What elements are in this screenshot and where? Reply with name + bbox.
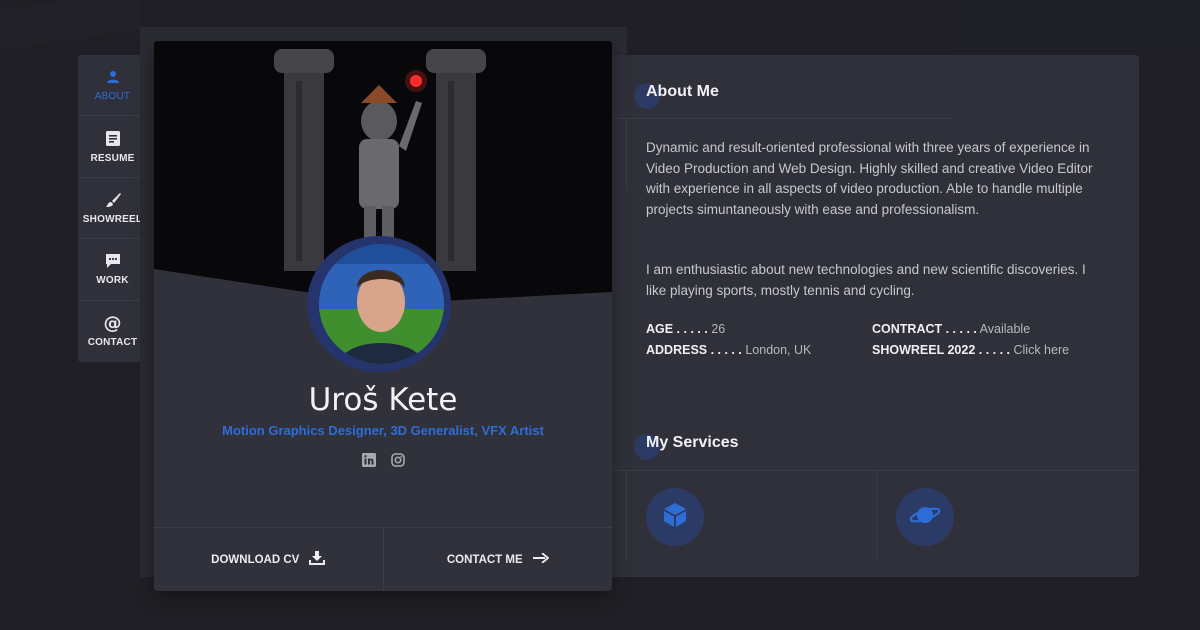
- instagram-icon[interactable]: [390, 452, 405, 467]
- brush-icon: [104, 191, 122, 209]
- nav-label: ABOUT: [94, 91, 131, 103]
- user-icon: [104, 68, 122, 86]
- info-value: Available: [979, 322, 1031, 336]
- about-paragraph-1: Dynamic and result-oriented professional…: [646, 140, 1093, 217]
- divider: [876, 471, 877, 561]
- divider: [612, 118, 952, 119]
- avatar: [307, 236, 451, 372]
- contact-me-button[interactable]: CONTACT ME: [382, 528, 613, 591]
- service-vfx-item[interactable]: [896, 488, 954, 546]
- nav-item-about[interactable]: ABOUT: [78, 55, 147, 117]
- chat-icon: [104, 252, 122, 270]
- info-label: SHOWREEL 2022 . . . . .: [872, 343, 1011, 357]
- background-shape: [950, 0, 1200, 50]
- resume-icon: [104, 130, 122, 148]
- download-cv-button[interactable]: DOWNLOAD CV: [154, 528, 383, 591]
- service-3d-item[interactable]: [646, 488, 704, 546]
- info-label: CONTRACT . . . . .: [872, 322, 977, 336]
- nav-label: RESUME: [90, 152, 135, 164]
- divider: [626, 119, 627, 189]
- side-nav: ABOUT RESUME SHOWREEL WORK @ CONTACT: [78, 55, 147, 362]
- nav-item-showreel[interactable]: SHOWREEL: [78, 178, 147, 240]
- nav-label: CONTACT: [87, 337, 138, 349]
- services-title: My Services: [646, 434, 739, 451]
- at-icon: @: [103, 312, 122, 334]
- nav-item-resume[interactable]: RESUME: [78, 116, 147, 178]
- info-value: London, UK: [745, 343, 812, 357]
- card-actions: DOWNLOAD CV CONTACT ME: [154, 527, 612, 591]
- nav-item-work[interactable]: WORK: [78, 239, 147, 301]
- nav-label: WORK: [96, 275, 129, 287]
- info-label: ADDRESS . . . . .: [646, 343, 742, 357]
- download-cv-label: DOWNLOAD CV: [211, 553, 300, 566]
- download-icon: [309, 551, 326, 568]
- divider: [626, 471, 627, 561]
- nav-item-contact[interactable]: @ CONTACT: [78, 301, 147, 362]
- info-address: ADDRESS . . . . . London, UK: [646, 343, 811, 357]
- planet-icon: [909, 501, 941, 534]
- info-contract: CONTRACT . . . . . Available: [872, 322, 1030, 336]
- linkedin-icon[interactable]: [361, 452, 376, 467]
- arrow-right-icon: [532, 552, 550, 566]
- profile-card: Uroš Kete Motion Graphics Designer, 3D G…: [154, 41, 612, 591]
- showreel-link[interactable]: Click here: [1014, 343, 1070, 357]
- info-age: AGE . . . . . 26: [646, 322, 725, 336]
- about-panel: About Me Dynamic and result-oriented pro…: [612, 55, 1139, 577]
- cube-icon: [661, 501, 689, 534]
- social-links: [361, 452, 405, 467]
- nav-label: SHOWREEL: [82, 213, 143, 225]
- info-showreel: SHOWREEL 2022 . . . . . Click here: [872, 343, 1069, 357]
- info-value: 26: [711, 322, 726, 336]
- profile-subtitle: Motion Graphics Designer, 3D Generalist,…: [222, 423, 544, 438]
- contact-me-label: CONTACT ME: [446, 553, 523, 566]
- profile-name: Uroš Kete: [308, 382, 458, 418]
- background-shape: [0, 0, 140, 50]
- info-label: AGE . . . . .: [646, 322, 708, 336]
- about-title: About Me: [646, 83, 719, 100]
- about-paragraph-2: I am enthusiastic about new technologies…: [646, 262, 1086, 298]
